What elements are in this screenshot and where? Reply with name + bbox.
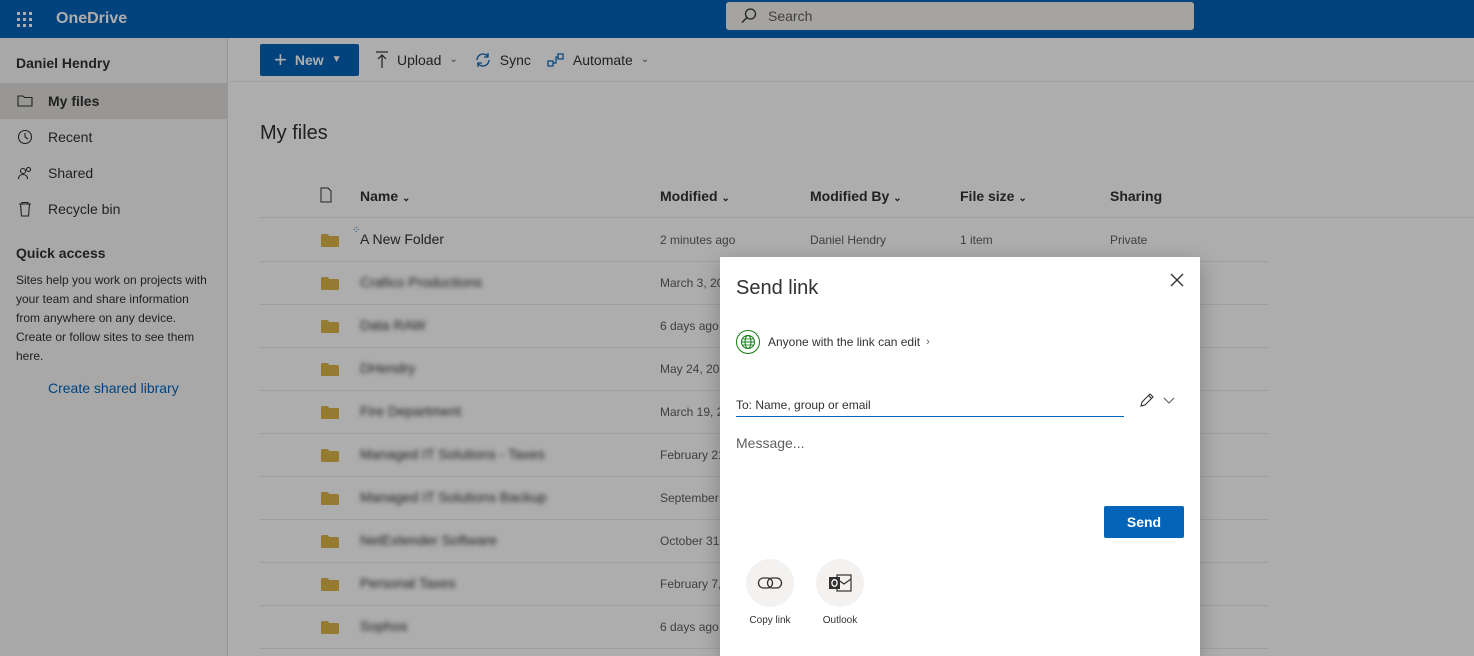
send-button[interactable]: Send: [1104, 506, 1184, 538]
copy-link-option[interactable]: Copy link: [740, 559, 800, 626]
globe-icon: [736, 330, 760, 354]
chevron-right-icon: ›: [926, 336, 930, 348]
dialog-title: Send link: [736, 277, 819, 299]
copy-link-label: Copy link: [749, 615, 791, 626]
pencil-icon[interactable]: [1138, 391, 1156, 409]
chevron-down-icon[interactable]: [1162, 394, 1176, 406]
link-icon: [746, 559, 794, 607]
link-permission-label: Anyone with the link can edit: [768, 335, 921, 349]
close-icon[interactable]: [1168, 271, 1186, 289]
message-input[interactable]: [736, 435, 1184, 495]
link-permission-setting[interactable]: Anyone with the link can edit ›: [736, 330, 930, 354]
outlook-icon: [816, 559, 864, 607]
outlook-label: Outlook: [822, 615, 858, 626]
recipient-input[interactable]: [736, 393, 1124, 417]
send-link-dialog: Send link Anyone with the link can edit …: [720, 257, 1200, 656]
outlook-option[interactable]: Outlook: [810, 559, 870, 626]
